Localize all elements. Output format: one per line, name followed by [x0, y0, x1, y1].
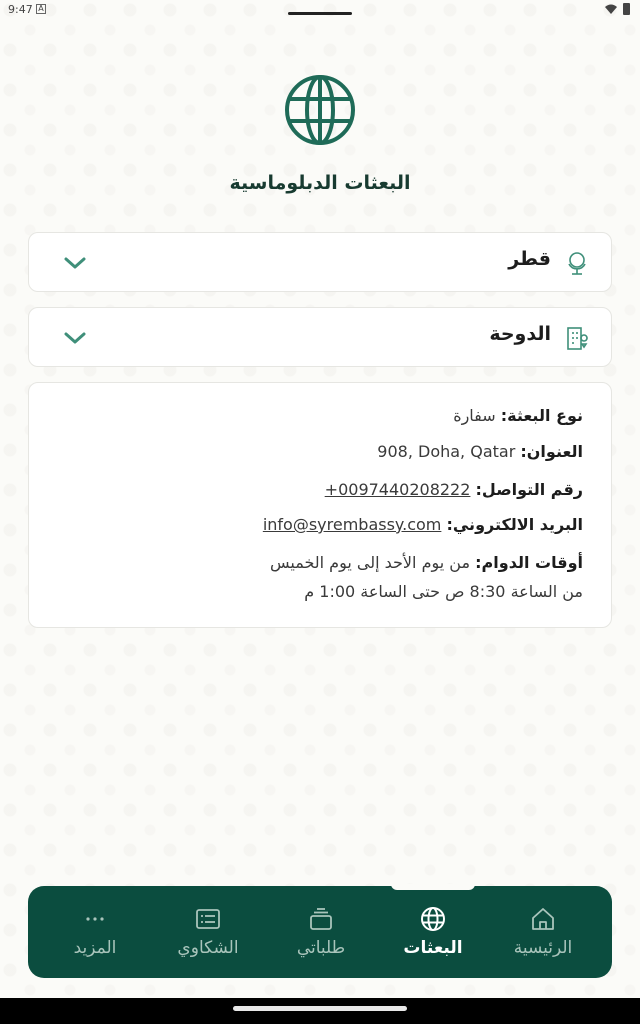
nav-label-more: المزيد [73, 938, 117, 958]
nav-label-requests: طلباتي [296, 938, 346, 958]
country-select-value: قطر [508, 248, 551, 270]
city-select[interactable]: الدوحة [28, 307, 612, 367]
nav-label-home: الرئيسية [513, 938, 573, 958]
nav-item-more[interactable]: المزيد [40, 886, 150, 978]
email-row: البريد الالكتروني: info@syrembassy.com [263, 512, 583, 538]
globe-stand-icon [568, 252, 586, 275]
hours-line1: من يوم الأحد إلى يوم الخميس [269, 553, 471, 572]
home-gesture-handle[interactable] [233, 1006, 407, 1011]
nav-item-home[interactable]: الرئيسية [488, 886, 598, 978]
email-label: البريد الالكتروني: [446, 515, 583, 534]
bottom-nav: الرئيسية البعثات طلباتي الشكاوي المزيد [28, 884, 612, 978]
nav-label-complaints: الشكاوي [177, 938, 239, 958]
phone-label: رقم التواصل: [475, 480, 583, 499]
status-time: 9:47 [8, 3, 33, 16]
hours-row: أوقات الدوام: من يوم الأحد إلى يوم الخمي… [270, 550, 583, 576]
top-handle [288, 12, 352, 15]
chevron-down-icon [64, 332, 86, 344]
mission-type-value: سفارة [453, 406, 496, 425]
page-title: البعثات الدبلوماسية [229, 172, 411, 194]
nav-item-complaints[interactable]: الشكاوي [153, 886, 263, 978]
system-nav-bar [0, 998, 640, 1024]
email-link[interactable]: info@syrembassy.com [263, 515, 442, 534]
home-icon [532, 908, 554, 930]
address-label: العنوان: [520, 442, 583, 461]
status-bar: 9:47 A [0, 0, 640, 20]
battery-icon [623, 3, 630, 15]
globe-icon [421, 907, 445, 931]
status-icons [605, 3, 630, 15]
mission-info-card: نوع البعثة: سفارة العنوان: 908, Doha, Qa… [28, 382, 612, 628]
phone-link[interactable]: +0097440208222 [325, 480, 471, 499]
nav-item-missions[interactable]: البعثات [378, 886, 488, 978]
hours-label: أوقات الدوام: [475, 553, 583, 572]
address-value: 908, Doha, Qatar [377, 442, 516, 461]
chevron-down-icon [64, 257, 86, 269]
mission-type-label: نوع البعثة: [500, 406, 583, 425]
mission-type-row: نوع البعثة: سفارة [453, 403, 583, 429]
globe-logo-icon [285, 75, 355, 145]
nav-item-requests[interactable]: طلباتي [266, 886, 376, 978]
notification-icon: A [36, 4, 46, 14]
stack-icon [310, 908, 332, 930]
address-row: العنوان: 908, Doha, Qatar [377, 439, 583, 465]
hours-line2: من الساعة 8:30 ص حتى الساعة 1:00 م [304, 582, 583, 601]
country-select[interactable]: قطر [28, 232, 612, 292]
wifi-icon [605, 4, 617, 14]
nav-label-missions: البعثات [403, 938, 463, 958]
city-select-value: الدوحة [489, 323, 551, 345]
phone-row: رقم التواصل: +0097440208222 [325, 477, 583, 503]
building-icon [567, 327, 588, 350]
more-dots-icon [86, 917, 104, 921]
list-card-icon [196, 909, 220, 929]
